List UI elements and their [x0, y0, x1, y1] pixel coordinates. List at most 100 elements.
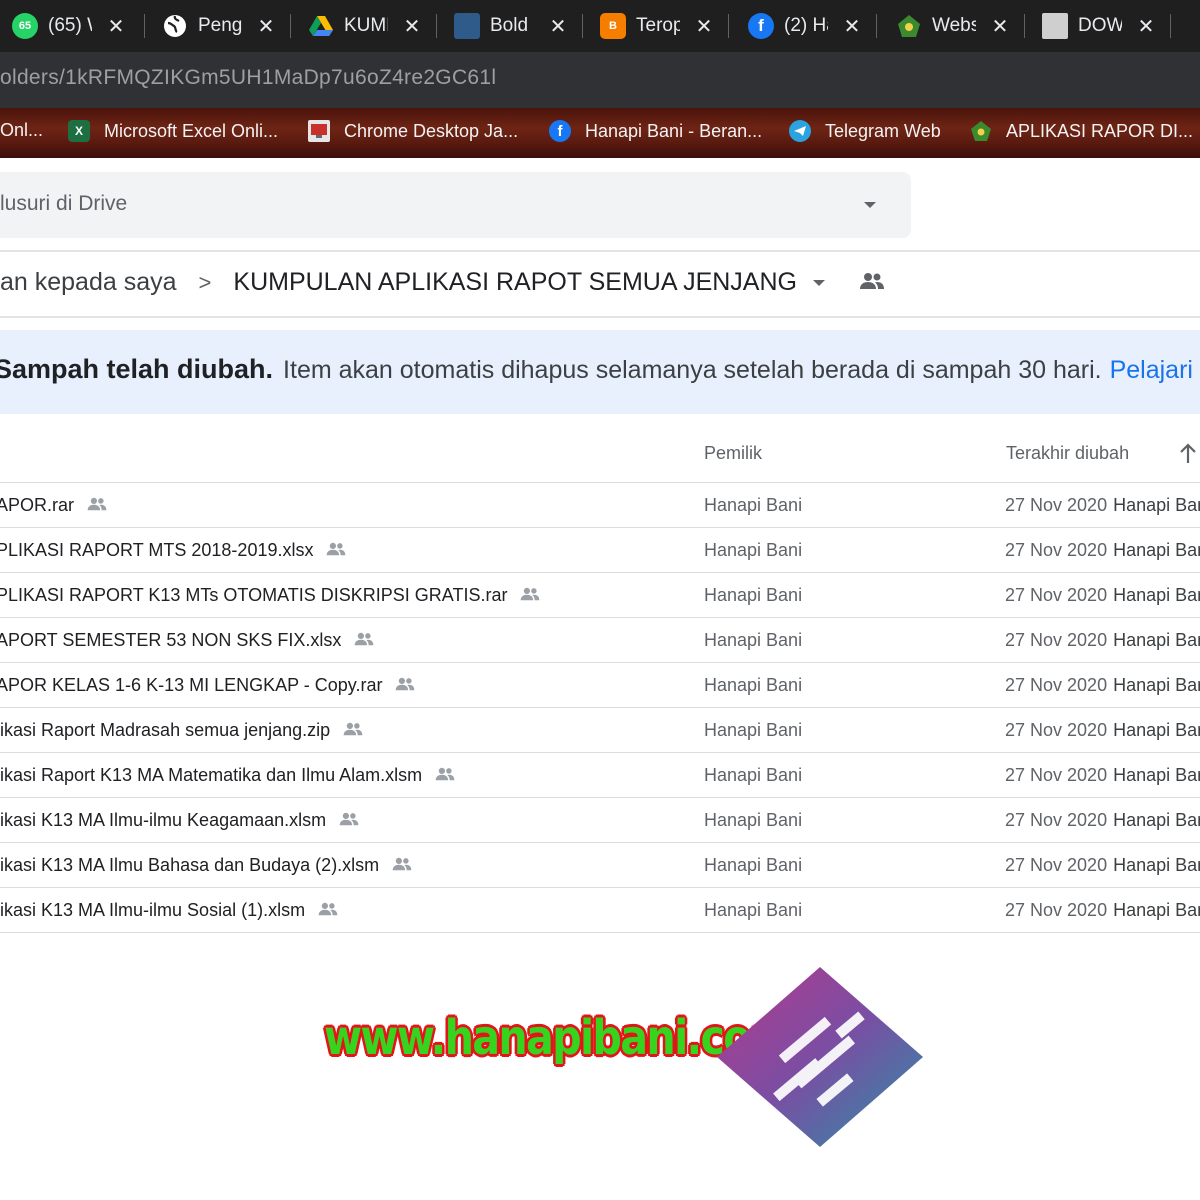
file-name[interactable]: PLIKASI RAPORT K13 MTs OTOMATIS DISKRIPS…	[0, 585, 507, 606]
folder-menu-dropdown-icon[interactable]	[812, 279, 825, 286]
breadcrumb: an kepada saya > KUMPULAN APLIKASI RAPOT…	[0, 268, 885, 297]
owner-cell: Hanapi Bani	[704, 540, 803, 560]
close-icon[interactable]: ✕	[256, 14, 276, 39]
bookmark-item[interactable]: Chrome Desktop Ja...	[308, 120, 518, 142]
learn-more-link[interactable]: Pelajari	[1110, 356, 1193, 384]
file-name-cell: likasi K13 MA Ilmu Bahasa dan Budaya (2)…	[0, 855, 413, 876]
tab-label: Terop	[636, 15, 680, 36]
file-name[interactable]: APORT SEMESTER 53 NON SKS FIX.xlsx	[0, 630, 341, 651]
browser-tab[interactable]: Bold ✕	[454, 6, 568, 46]
file-name-cell: PLIKASI RAPORT MTS 2018-2019.xlsx	[0, 540, 347, 561]
table-row[interactable]: APOR KELAS 1-6 K-13 MI LENGKAP - Copy.ra…	[0, 662, 1200, 707]
modified-by: Hanapi Bani	[1113, 900, 1200, 920]
modified-cell: 27 Nov 2020Hanapi Bani	[1005, 675, 1200, 696]
file-name[interactable]: likasi Raport K13 MA Matematika dan Ilmu…	[0, 765, 422, 786]
browser-tab[interactable]: DOW ✕	[1042, 6, 1156, 46]
whatsapp-icon: 65	[12, 13, 38, 39]
hanapibani-logo	[715, 965, 925, 1155]
tab-divider	[1170, 14, 1171, 38]
file-name[interactable]: likasi K13 MA Ilmu-ilmu Sosial (1).xlsm	[0, 900, 305, 921]
tab-divider	[582, 14, 583, 38]
browser-tab[interactable]: 65 (65) W ✕	[12, 6, 126, 46]
address-bar[interactable]: olders/1kRFMQZIKGm5UH1MaDp7u6oZ4re2GC61l	[0, 52, 1200, 108]
table-row[interactable]: PLIKASI RAPORT MTS 2018-2019.xlsx Hanapi…	[0, 527, 1200, 572]
owner-cell: Hanapi Bani	[704, 810, 803, 830]
bookmark-item[interactable]: X Microsoft Excel Onli...	[68, 120, 278, 142]
table-row[interactable]: likasi K13 MA Ilmu-ilmu Sosial (1).xlsm …	[0, 887, 1200, 933]
tab-label: Webs	[932, 15, 976, 36]
file-name-cell: APOR KELAS 1-6 K-13 MI LENGKAP - Copy.ra…	[0, 675, 416, 696]
close-icon[interactable]: ✕	[402, 14, 422, 39]
browser-tab[interactable]: Webs ✕	[896, 6, 1010, 46]
bookmark-label: Microsoft Excel Onli...	[104, 120, 279, 141]
modified-cell: 27 Nov 2020Hanapi Bani	[1005, 855, 1200, 876]
close-icon[interactable]: ✕	[106, 14, 126, 39]
url-text[interactable]: olders/1kRFMQZIKGm5UH1MaDp7u6oZ4re2GC61l	[0, 66, 496, 90]
file-name[interactable]: likasi K13 MA Ilmu-ilmu Keagamaan.xlsm	[0, 810, 326, 831]
modified-by: Hanapi Bani	[1113, 540, 1200, 560]
modified-by: Hanapi Bani	[1113, 855, 1200, 875]
table-row[interactable]: APOR.rar Hanapi Bani 27 Nov 2020 Hanapi B…	[0, 482, 1200, 527]
table-row[interactable]: likasi K13 MA Ilmu-ilmu Keagamaan.xlsm H…	[0, 797, 1200, 842]
modified-date: 27 Nov 2020	[1005, 855, 1108, 875]
table-row[interactable]: APORT SEMESTER 53 NON SKS FIX.xlsx Hanap…	[0, 617, 1200, 662]
file-name[interactable]: PLIKASI RAPORT MTS 2018-2019.xlsx	[0, 540, 313, 561]
file-name[interactable]: likasi K13 MA Ilmu Bahasa dan Budaya (2)…	[0, 855, 379, 876]
file-name[interactable]: APOR.rar	[0, 495, 74, 516]
search-input[interactable]	[0, 192, 700, 216]
file-name-cell: PLIKASI RAPORT K13 MTs OTOMATIS DISKRIPS…	[0, 585, 541, 606]
modified-by: Hanapi Bani	[1113, 495, 1200, 515]
modified-cell: 27 Nov 2020Hanapi Bani	[1005, 630, 1200, 651]
tab-label: (65) W	[48, 15, 92, 36]
modified-cell: 27 Nov 2020Hanapi Bani	[1005, 900, 1200, 921]
owner-cell: Hanapi Bani	[704, 855, 803, 875]
close-icon[interactable]: ✕	[1136, 14, 1156, 39]
shared-people-icon	[342, 720, 364, 741]
tab-divider	[1024, 14, 1025, 38]
search-options-dropdown-icon[interactable]	[864, 202, 876, 208]
breadcrumb-separator-icon: >	[198, 269, 212, 295]
browser-tab-strip: 65 (65) W ✕ Peng ✕ KUMP ✕ Bold ✕ B Terop…	[0, 0, 1200, 52]
file-name[interactable]: APOR KELAS 1-6 K-13 MI LENGKAP - Copy.ra…	[0, 675, 382, 696]
drive-search-box[interactable]	[0, 172, 911, 238]
tab-divider	[290, 14, 291, 38]
trash-change-banner: Sampah telah diubah. Item akan otomatis d…	[0, 330, 1200, 414]
modified-cell: 27 Nov 2020Hanapi Bani	[1005, 585, 1200, 606]
table-row[interactable]: PLIKASI RAPORT K13 MTs OTOMATIS DISKRIPS…	[0, 572, 1200, 617]
column-header-last-modified[interactable]: Terakhir diubah	[1006, 443, 1129, 464]
bookmark-label: Hanapi Bani - Beran...	[585, 120, 763, 141]
facebook-icon: f	[748, 13, 774, 39]
file-name[interactable]: likasi Raport Madrasah semua jenjang.zip	[0, 720, 330, 741]
close-icon[interactable]: ✕	[694, 14, 714, 39]
file-name-cell: likasi K13 MA Ilmu-ilmu Keagamaan.xlsm	[0, 810, 360, 831]
browser-tab[interactable]: Peng ✕	[162, 6, 276, 46]
file-name-cell: likasi Raport K13 MA Matematika dan Ilmu…	[0, 765, 456, 786]
browser-tab[interactable]: B Terop ✕	[600, 6, 714, 46]
bookmark-label: APLIKASI RAPOR DI...	[1006, 120, 1194, 141]
sort-ascending-arrow-icon[interactable]	[1178, 442, 1198, 469]
close-icon[interactable]: ✕	[548, 14, 568, 39]
bookmark-item[interactable]: Telegram Web	[789, 120, 941, 142]
shared-folder-icon	[859, 268, 885, 297]
table-row[interactable]: likasi Raport K13 MA Matematika dan Ilmu…	[0, 752, 1200, 797]
bookmark-item[interactable]: APLIKASI RAPOR DI...	[970, 120, 1193, 142]
tab-label: Bold	[490, 15, 529, 36]
document-icon	[1042, 13, 1068, 39]
table-row[interactable]: likasi Raport Madrasah semua jenjang.zip…	[0, 707, 1200, 752]
bookmark-item[interactable]: f Hanapi Bani - Beran...	[549, 120, 762, 142]
bookmark-item[interactable]: Onl...	[0, 120, 43, 141]
bookmark-label: Telegram Web	[825, 120, 941, 141]
table-row[interactable]: likasi K13 MA Ilmu Bahasa dan Budaya (2)…	[0, 842, 1200, 887]
modified-cell: 27 Nov 2020Hanapi Bani	[1005, 540, 1200, 561]
browser-tab[interactable]: KUMP ✕	[308, 6, 422, 46]
column-header-owner[interactable]: Pemilik	[704, 443, 762, 464]
browser-tab[interactable]: f (2) Ha ✕	[748, 6, 862, 46]
modified-date: 27 Nov 2020	[1005, 585, 1108, 605]
blogger-icon: B	[600, 13, 626, 39]
close-icon[interactable]: ✕	[842, 14, 862, 39]
tab-divider	[876, 14, 877, 38]
breadcrumb-parent[interactable]: an kepada saya	[0, 268, 177, 297]
breadcrumb-current-folder[interactable]: KUMPULAN APLIKASI RAPOT SEMUA JENJANG	[233, 268, 797, 297]
close-icon[interactable]: ✕	[990, 14, 1010, 39]
shared-people-icon	[353, 630, 375, 651]
